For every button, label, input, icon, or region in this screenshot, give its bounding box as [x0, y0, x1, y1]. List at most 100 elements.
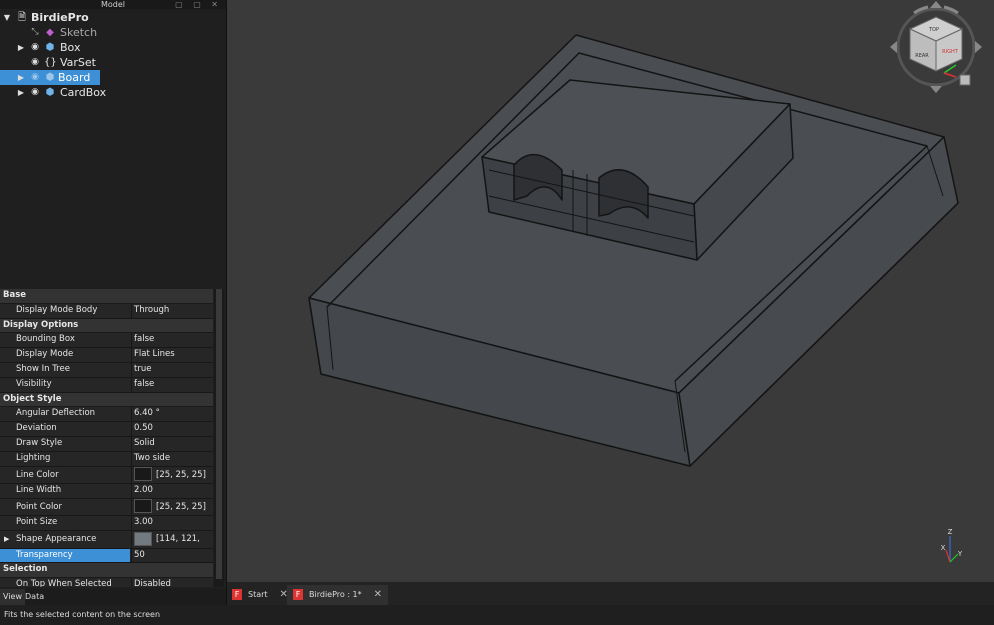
tab-data[interactable]: Data	[22, 589, 47, 605]
tree-item-cardbox[interactable]: ▶ ◉ ⬢ CardBox	[0, 85, 224, 100]
document-tab-bar: F Start ✕ F BirdiePro : 1* ✕	[227, 582, 994, 605]
prop-angular-deflection[interactable]: Angular Deflection 6.40 °	[0, 407, 213, 423]
prop-bounding-box[interactable]: Bounding Box false	[0, 333, 213, 349]
group-base[interactable]: Base	[0, 289, 213, 304]
prop-value[interactable]: Through	[131, 303, 213, 318]
color-swatch[interactable]	[134, 499, 152, 514]
tab-document-label: BirdiePro : 1*	[309, 590, 362, 599]
expand-arrow-icon[interactable]: ▶	[4, 531, 9, 548]
prop-draw-style[interactable]: Draw Style Solid	[0, 436, 213, 452]
3d-viewport[interactable]: TOP REAR RIGHT Z X Y	[227, 0, 994, 582]
prop-value[interactable]: 0.50	[131, 422, 213, 436]
hidden-eye-icon[interactable]: ⤡	[30, 25, 40, 40]
color-value: [25, 25, 25]	[156, 501, 206, 512]
prop-value[interactable]: [25, 25, 25]	[131, 498, 213, 516]
prop-name: Show In Tree	[16, 363, 70, 374]
prop-value[interactable]: false	[131, 377, 213, 392]
prop-name: Point Size	[16, 517, 58, 528]
tree-item-label: Sketch	[60, 26, 98, 39]
prop-lighting[interactable]: Lighting Two side	[0, 451, 213, 467]
tab-document[interactable]: F BirdiePro : 1* ✕	[287, 585, 389, 605]
nav-cube-label-rear: REAR	[915, 53, 929, 59]
group-object-style[interactable]: Object Style	[0, 392, 213, 408]
left-pane: Model ▢ ▢ ✕ ▼ 🗎 BirdiePro ⤡ ◆ Sketch ▶ ◉…	[0, 0, 227, 605]
prop-name: Shape Appearance	[16, 534, 97, 545]
document-icon: 🗎	[17, 12, 27, 23]
sketch-icon: ◆	[46, 27, 54, 38]
axis-label-x: X	[941, 544, 946, 552]
prop-name: On Top When Selected	[16, 579, 112, 587]
prop-value[interactable]: true	[131, 362, 213, 377]
nav-left-arrow-icon	[890, 41, 897, 53]
group-selection[interactable]: Selection	[0, 563, 213, 579]
prop-value[interactable]: false	[131, 333, 213, 348]
model-pane-title: Model ▢ ▢ ✕	[0, 0, 226, 9]
prop-value[interactable]: Flat Lines	[131, 348, 213, 362]
prop-value[interactable]: 6.40 °	[131, 407, 213, 422]
group-display-options[interactable]: Display Options	[0, 318, 213, 334]
tree-root-label: BirdiePro	[31, 11, 89, 24]
varset-icon: {}	[44, 57, 57, 68]
prop-shape-appearance[interactable]: ▶ Shape Appearance [114, 121, 128]	[0, 531, 213, 561]
property-tabs: View Data	[0, 589, 226, 605]
nav-up-arrow-icon	[930, 1, 942, 8]
property-scrollbar[interactable]	[214, 289, 224, 587]
prop-value[interactable]: Solid	[131, 436, 213, 451]
color-swatch[interactable]	[134, 531, 152, 546]
prop-value[interactable]: [114, 121, 128]	[131, 531, 213, 561]
prop-name: Draw Style	[16, 437, 63, 448]
nav-cube-label-top: TOP	[928, 27, 939, 33]
axis-label-y: Y	[957, 550, 963, 558]
expand-arrow-icon[interactable]: ▶	[16, 40, 26, 55]
prop-value[interactable]: [25, 25, 25]	[131, 466, 213, 484]
prop-on-top-when-selected[interactable]: On Top When Selected Disabled	[0, 578, 213, 587]
tree-item-board[interactable]: ▶ ◉ ⬢ Board	[0, 70, 224, 85]
prop-display-mode-body[interactable]: Display Mode Body Through	[0, 303, 213, 319]
nav-cube: TOP REAR RIGHT	[890, 1, 982, 93]
prop-value[interactable]: 50	[131, 548, 213, 563]
body-icon: ⬢	[45, 87, 55, 98]
nav-cube-label-right: RIGHT	[942, 49, 959, 55]
close-icon[interactable]: ✕	[374, 589, 382, 600]
eye-icon[interactable]: ◉	[30, 40, 40, 55]
prop-show-in-tree[interactable]: Show In Tree true	[0, 362, 213, 378]
tree-item-varset[interactable]: ◉ {} VarSet	[0, 55, 224, 70]
prop-display-mode[interactable]: Display Mode Flat Lines	[0, 348, 213, 363]
eye-icon[interactable]: ◉	[30, 55, 40, 70]
3d-scene[interactable]: TOP REAR RIGHT Z X Y	[227, 0, 994, 582]
expand-arrow-icon[interactable]: ▶	[16, 70, 26, 85]
model-pane-label: Model	[100, 0, 126, 9]
prop-name: Line Width	[16, 485, 62, 496]
status-bar: Fits the selected content on the screen	[0, 605, 994, 625]
prop-deviation[interactable]: Deviation 0.50	[0, 422, 213, 437]
prop-value[interactable]: 3.00	[131, 516, 213, 531]
body-icon: ⬢	[45, 42, 55, 53]
tab-start[interactable]: F Start ✕	[232, 585, 288, 605]
hidden-eye-icon[interactable]: ◉	[30, 70, 40, 85]
expand-arrow-icon[interactable]: ▶	[16, 85, 26, 100]
prop-point-color[interactable]: Point Color [25, 25, 25]	[0, 498, 213, 517]
nav-down-arrow-icon	[930, 86, 942, 93]
tree-item-sketch[interactable]: ⤡ ◆ Sketch	[0, 25, 224, 40]
eye-icon[interactable]: ◉	[30, 85, 40, 100]
tree-item-box[interactable]: ▶ ◉ ⬢ Box	[0, 40, 224, 55]
collapse-arrow-icon[interactable]: ▼	[2, 10, 12, 25]
axis-triad: Z X Y	[941, 528, 963, 563]
color-swatch[interactable]	[134, 467, 152, 482]
prop-name: Display Mode Body	[16, 304, 98, 315]
prop-line-width[interactable]: Line Width 2.00	[0, 484, 213, 499]
prop-value[interactable]: 2.00	[131, 484, 213, 498]
tree-item-birdiepro[interactable]: ▼ 🗎 BirdiePro	[0, 10, 224, 25]
freecad-logo-icon: F	[232, 589, 242, 600]
prop-line-color[interactable]: Line Color [25, 25, 25]	[0, 466, 213, 485]
prop-point-size[interactable]: Point Size 3.00	[0, 516, 213, 532]
freecad-logo-icon: F	[293, 589, 303, 600]
scrollbar-thumb[interactable]	[216, 289, 222, 579]
axis-label-z: Z	[948, 528, 953, 536]
status-message: Fits the selected content on the screen	[4, 610, 161, 619]
prop-value[interactable]: Two side	[131, 451, 213, 466]
prop-visibility[interactable]: Visibility false	[0, 377, 213, 393]
pane-title-buttons[interactable]: ▢ ▢ ✕	[175, 0, 222, 9]
prop-value[interactable]: Disabled	[131, 578, 213, 587]
prop-transparency[interactable]: Transparency 50	[0, 548, 213, 564]
